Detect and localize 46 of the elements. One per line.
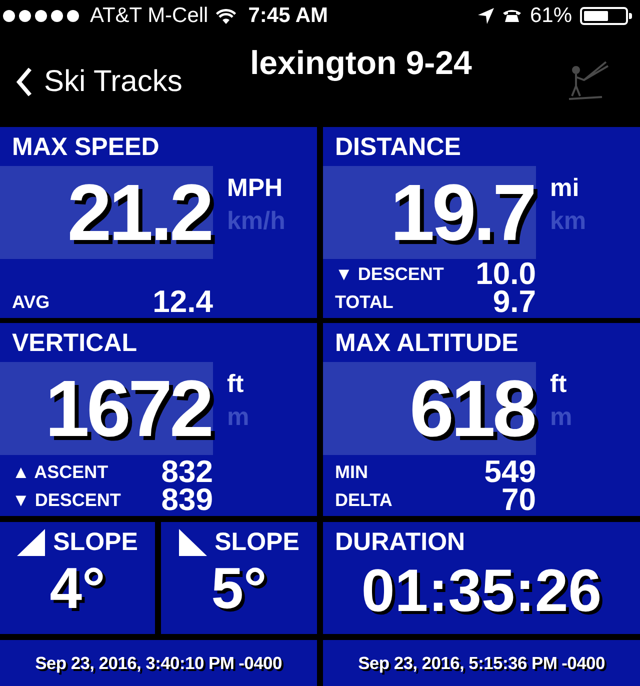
panel-title: VERTICAL — [11, 328, 138, 357]
stat-value: 618 — [410, 368, 536, 448]
uphill-triangle-icon — [17, 528, 46, 556]
page-title: lexington 9-24 — [250, 44, 472, 82]
signal-icon — [2, 9, 82, 23]
stat-label: ▼ DESCENT — [12, 490, 121, 510]
location-arrow-icon — [478, 8, 494, 24]
panel-title: DISTANCE — [334, 132, 462, 161]
panel-title: DURATION — [334, 527, 466, 556]
stat-value: 1672 — [45, 368, 212, 448]
downhill-triangle-icon — [178, 528, 207, 556]
stat-label: MIN — [335, 462, 368, 482]
panel-title: MAX ALTITUDE — [334, 328, 520, 357]
stat-value: 19.7 — [390, 172, 535, 252]
stat-reading: 9.7 — [492, 288, 536, 316]
clock-time: 7:45 AM — [248, 4, 328, 28]
unit-toggle[interactable]: ft — [550, 370, 572, 399]
timestamp: Sep 23, 2016, 5:15:36 PM -0400 — [358, 652, 605, 674]
battery-percent: 61% — [530, 4, 572, 28]
slope-value: 5° — [211, 556, 267, 622]
unit-toggle[interactable]: mi — [550, 174, 586, 203]
stat-reading: 839 — [161, 486, 213, 514]
stat-value: 21.2 — [67, 172, 212, 252]
unit-toggle[interactable]: ft — [227, 370, 250, 399]
stat-label: ▲ ASCENT — [12, 462, 108, 482]
panel-title: SLOPE — [52, 528, 138, 556]
unit-toggle[interactable]: MPH — [227, 174, 286, 203]
stat-label: TOTAL — [335, 292, 394, 312]
timestamp: Sep 23, 2016, 3:40:10 PM -0400 — [35, 652, 282, 674]
back-chevron-icon — [16, 67, 32, 97]
duration-value: 01:35:26 — [361, 556, 602, 626]
stat-reading: 70 — [502, 486, 536, 514]
carrier-name: AT&T M-Cell — [90, 4, 208, 28]
stat-label: DELTA — [335, 490, 392, 510]
slope-value: 4° — [50, 556, 106, 622]
panel-title: MAX SPEED — [11, 132, 160, 161]
stat-reading: 832 — [161, 458, 213, 486]
panel-title: SLOPE — [214, 528, 300, 556]
stat-reading: 12.4 — [152, 288, 213, 316]
wifi-icon — [216, 8, 236, 24]
stat-label: AVG — [12, 292, 50, 312]
back-button[interactable]: Ski Tracks — [16, 65, 182, 99]
stat-reading: 549 — [484, 458, 536, 486]
stat-reading: 10.0 — [476, 260, 536, 288]
phone-icon — [502, 9, 522, 23]
stat-label: ▼ DESCENT — [335, 264, 444, 284]
